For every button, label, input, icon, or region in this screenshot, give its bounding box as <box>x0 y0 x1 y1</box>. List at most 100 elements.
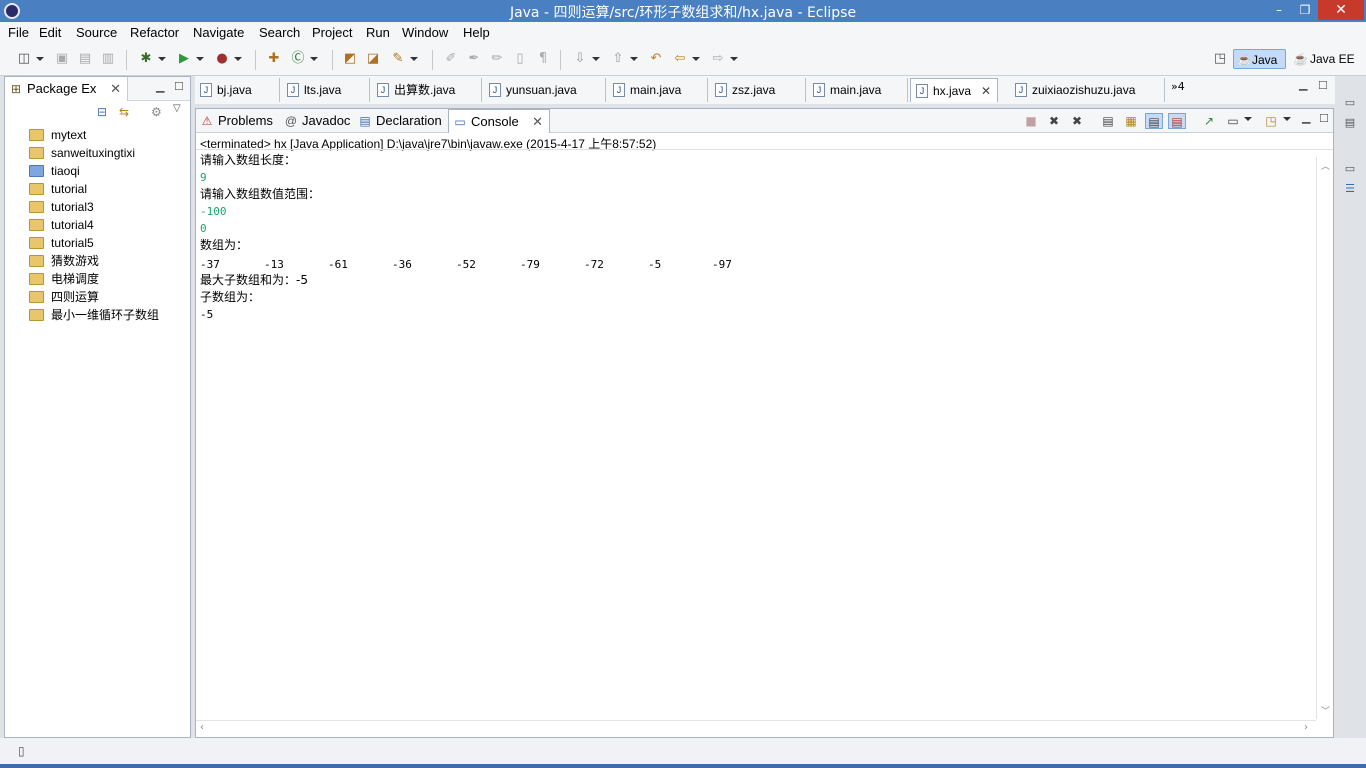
menu-search[interactable]: Search <box>259 25 300 40</box>
project-folder-icon <box>29 219 44 231</box>
perspective-javaee[interactable]: ☕ Java EE <box>1290 49 1360 69</box>
menu-edit[interactable]: Edit <box>39 25 61 40</box>
java-file-icon: J <box>916 84 928 98</box>
editor-tab[interactable]: Jmain.java <box>608 78 708 102</box>
scroll-lock-icon[interactable]: ▦ <box>1122 113 1140 129</box>
chevron-down-icon[interactable] <box>1283 117 1291 125</box>
tab-javadoc[interactable]: @ Javadoc <box>280 109 352 133</box>
editor-tab[interactable]: Jmain.java <box>808 78 908 102</box>
close-icon[interactable]: ✕ <box>981 79 991 103</box>
scroll-down-icon[interactable]: ﹀ <box>1321 704 1330 717</box>
scroll-up-icon[interactable]: ︿ <box>1321 159 1330 172</box>
new-class-icon[interactable]: Ⓒ <box>290 51 318 67</box>
outline-view-icon[interactable]: ▤ <box>1343 116 1357 136</box>
minimize-view-icon[interactable]: ▁ <box>1299 78 1307 91</box>
tab-console[interactable]: ▭ Console ✕ <box>448 109 550 133</box>
print-icon[interactable]: ▥ <box>100 51 116 67</box>
back-icon[interactable]: ⇦ <box>672 51 700 67</box>
open-task-icon[interactable]: ◪ <box>365 51 381 67</box>
open-type-icon[interactable]: ◩ <box>342 51 358 67</box>
remove-launch-icon[interactable]: ✖ <box>1045 113 1063 129</box>
scroll-left-icon[interactable]: ‹ <box>200 722 204 733</box>
menu-help[interactable]: Help <box>463 25 490 40</box>
restore-icon[interactable]: ▭ <box>1343 96 1357 110</box>
next-annotation-icon[interactable]: ⇩ <box>572 51 600 67</box>
menu-refactor[interactable]: Refactor <box>130 25 179 40</box>
maximize-view-icon[interactable]: ☐ <box>174 80 184 93</box>
save-icon[interactable]: ▣ <box>54 51 70 67</box>
new-icon[interactable]: ◫ <box>16 51 44 67</box>
console-prompt-range: 请输入数组数值范围： <box>200 187 321 201</box>
perspective-java[interactable]: ☕ Java <box>1233 49 1286 69</box>
console-input-max: 0 <box>200 222 207 235</box>
close-icon[interactable]: ✕ <box>110 77 121 101</box>
show-on-stderr-icon[interactable]: ▤ <box>1168 113 1186 129</box>
array-value: -5 <box>648 258 662 271</box>
open-console-icon[interactable]: ◳ <box>1262 113 1280 129</box>
last-edit-icon[interactable]: ↶ <box>648 51 664 67</box>
menu-project[interactable]: Project <box>312 25 352 40</box>
editor-tabs-overflow[interactable]: »4 <box>1171 80 1185 93</box>
chevron-down-icon[interactable]: ▽ <box>173 103 181 114</box>
external-tools-icon[interactable]: ● <box>214 51 242 67</box>
close-window-button[interactable]: ✕ <box>1318 0 1364 20</box>
scroll-right-icon[interactable]: › <box>1304 722 1308 733</box>
maximize-view-icon[interactable]: ☐ <box>1318 79 1328 92</box>
editor-tab-active[interactable]: Jhx.java ✕ <box>910 78 998 102</box>
menu-window[interactable]: Window <box>402 25 448 40</box>
project-name: mytext <box>51 128 87 142</box>
vertical-scrollbar[interactable]: ︿ ﹀ <box>1316 157 1333 719</box>
collapse-all-icon[interactable]: ⊟ <box>97 105 107 119</box>
menu-file[interactable]: File <box>8 25 29 40</box>
minimize-view-icon[interactable]: ▁ <box>156 80 164 93</box>
show-on-stdout-icon[interactable]: ▤ <box>1145 113 1163 129</box>
tab-declaration[interactable]: ▤ Declaration <box>354 109 446 133</box>
minimize-view-icon[interactable]: ▁ <box>1302 111 1310 124</box>
remove-all-terminated-icon[interactable]: ✖ <box>1068 113 1086 129</box>
package-explorer-tab[interactable]: ⊞ Package Ex ✕ <box>5 77 128 101</box>
editor-tab[interactable]: Jzsz.java <box>710 78 806 102</box>
toggle-annotation-icon[interactable]: ✐ <box>443 51 459 67</box>
forward-icon[interactable]: ⇨ <box>710 51 738 67</box>
console-subarray-label: 子数组为： <box>200 290 261 304</box>
prev-annotation-icon[interactable]: ⇧ <box>610 51 638 67</box>
editor-tab[interactable]: Jzuixiaozishuzu.java <box>1010 78 1165 102</box>
declaration-icon: ▤ <box>359 114 371 128</box>
tab-problems[interactable]: ⚠ Problems <box>196 109 278 133</box>
restore-icon[interactable]: ▭ <box>1343 162 1357 176</box>
editor-tab[interactable]: Jyunsuan.java <box>484 78 606 102</box>
search-icon[interactable]: ✎ <box>390 51 418 67</box>
link-editor-icon[interactable]: ⇆ <box>119 105 129 119</box>
fast-view-icon[interactable]: ▯ <box>18 744 32 758</box>
new-java-project-icon[interactable]: ✚ <box>266 51 282 67</box>
display-console-icon[interactable]: ▭ <box>1224 113 1242 129</box>
show-whitespace-icon[interactable]: ¶ <box>535 51 551 67</box>
menu-source[interactable]: Source <box>76 25 117 40</box>
editor-tab[interactable]: Jbj.java <box>195 78 280 102</box>
array-value: -79 <box>520 258 540 271</box>
mark-occurrences-icon[interactable]: ✒ <box>466 51 482 67</box>
menu-run[interactable]: Run <box>366 25 390 40</box>
task-list-icon[interactable]: ☰ <box>1343 182 1357 196</box>
save-all-icon[interactable]: ▤ <box>77 51 93 67</box>
run-icon[interactable]: ▶ <box>176 51 204 67</box>
pin-console-icon[interactable]: ↗ <box>1200 113 1218 129</box>
view-menu-icon[interactable]: ⚙ <box>151 105 162 119</box>
chevron-down-icon[interactable] <box>1244 117 1252 125</box>
minimize-button[interactable]: – <box>1266 0 1292 20</box>
open-perspective-icon[interactable]: ◳ <box>1212 51 1228 67</box>
project-folder-icon <box>29 183 44 195</box>
editor-tab[interactable]: J 出算数.java <box>372 78 482 102</box>
terminate-icon[interactable]: ■ <box>1022 113 1040 129</box>
word-wrap-icon[interactable]: ▯ <box>512 51 528 67</box>
maximize-view-icon[interactable]: ☐ <box>1319 112 1329 125</box>
block-selection-icon[interactable]: ✏ <box>489 51 505 67</box>
horizontal-scrollbar[interactable]: ‹ › <box>196 720 1316 737</box>
clear-console-icon[interactable]: ▤ <box>1099 113 1117 129</box>
editor-tab[interactable]: Jlts.java <box>282 78 370 102</box>
close-icon[interactable]: ✕ <box>532 110 543 134</box>
debug-icon[interactable]: ✱ <box>138 51 166 67</box>
menu-navigate[interactable]: Navigate <box>193 25 244 40</box>
maximize-button[interactable]: ❐ <box>1292 0 1318 20</box>
project-folder-icon <box>29 237 44 249</box>
